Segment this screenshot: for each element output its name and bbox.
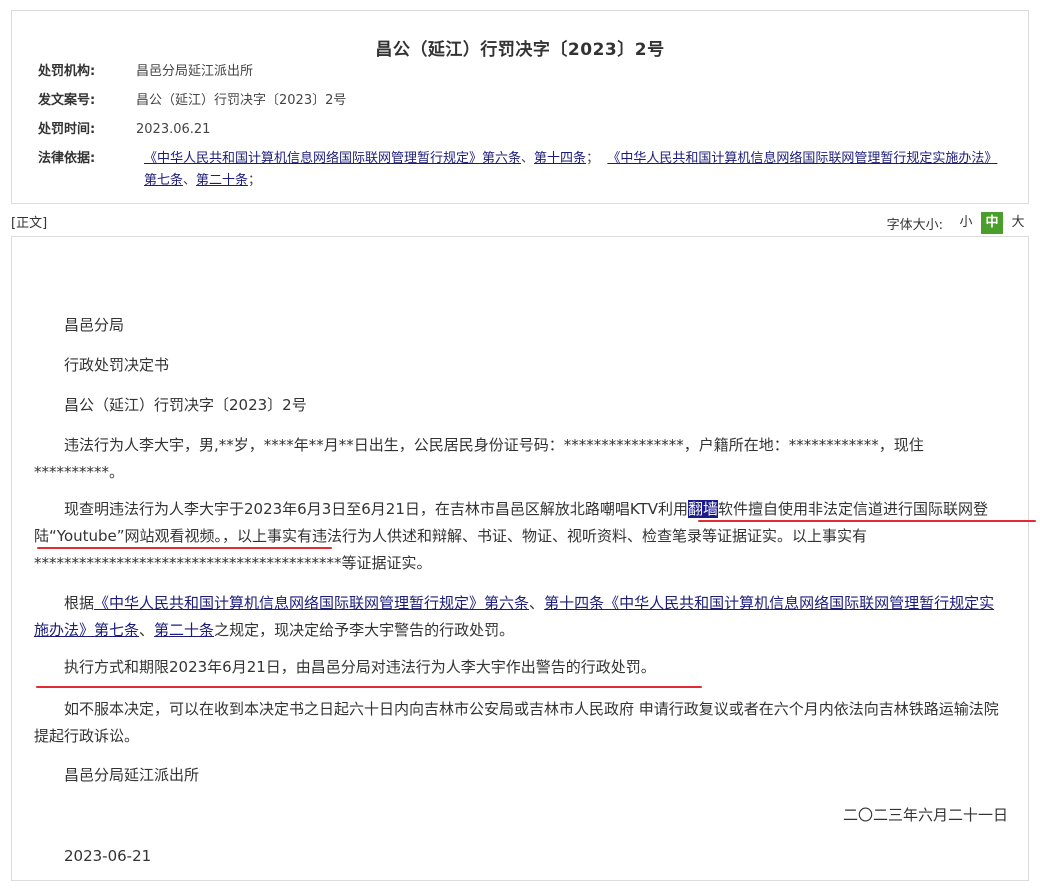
decision-heading: 行政处罚决定书 (64, 356, 170, 374)
separator: 、 (139, 621, 155, 639)
separator: 、 (529, 594, 545, 612)
article-link[interactable]: 第七条 (94, 621, 139, 639)
article-link[interactable]: 第十四条 (534, 151, 586, 166)
appeal-paragraph: 如不服本决定，可以在收到本决定书之日起六十日内向吉林市公安局或吉林市人民政府 申… (34, 700, 999, 745)
meta-label: 法律依据: (38, 151, 96, 166)
meta-value: 2023.06.21 (136, 122, 211, 137)
facts-text: 现查明违法行为人李大宇于2023年6月3日至6月21日，在吉林市昌邑区解放北路嘲… (64, 500, 688, 518)
meta-value: 昌邑分局延江派出所 (136, 64, 254, 79)
font-size-medium-button[interactable]: 中 (981, 212, 1003, 234)
decision-date-chinese: 二〇二三年六月二十一日 (842, 806, 1008, 824)
highlighted-term: 翻墙 (688, 500, 719, 518)
execution-paragraph: 执行方式和期限2023年6月21日，由昌邑分局对违法行为人李大宇作出警告的行政处… (64, 658, 656, 676)
offender-info: 违法行为人李大宇，男,**岁，****年**月**日出生，公民居民身份证号码：*… (34, 436, 924, 481)
issuing-station: 昌邑分局延江派出所 (64, 766, 200, 784)
separator: 、 (183, 173, 197, 188)
separator: ； (248, 173, 262, 188)
page-title: 昌公（延江）行罚决字〔2023〕2号 (375, 40, 665, 60)
regulation-link[interactable]: 《中华人民共和国计算机信息网络国际联网管理暂行规定实施办法》 (607, 151, 997, 166)
article-link[interactable]: 第六条 (484, 594, 529, 612)
decision-number: 昌公（延江）行罚决字〔2023〕2号 (64, 396, 307, 414)
meta-label: 处罚时间: (38, 122, 96, 137)
document-header: 昌公（延江）行罚决字〔2023〕2号 处罚机构: 昌邑分局延江派出所 发文案号:… (11, 10, 1029, 204)
issuing-bureau: 昌邑分局 (64, 316, 125, 334)
red-underline-annotation (698, 520, 1036, 522)
legal-basis-links: 《中华人民共和国计算机信息网络国际联网管理暂行规定》第六条、第十四条； 《中华人… (144, 148, 1010, 192)
article-link[interactable]: 第七条 (144, 173, 183, 188)
legal-basis-paragraph: 根据《中华人民共和国计算机信息网络国际联网管理暂行规定》第六条、第十四条《中华人… (34, 590, 1008, 644)
separator: ； (586, 151, 600, 166)
separator: 、 (521, 151, 535, 166)
decision-date: 2023-06-21 (64, 847, 152, 865)
font-size-selector: 字体大小: 小 中 大 (887, 212, 1029, 234)
article-link[interactable]: 第二十条 (154, 621, 214, 639)
regulation-link[interactable]: 《中华人民共和国计算机信息网络国际联网管理暂行规定》 (94, 594, 484, 612)
article-link[interactable]: 第二十条 (196, 173, 248, 188)
regulation-link[interactable]: 《中华人民共和国计算机信息网络国际联网管理暂行规定》 (144, 151, 482, 166)
body-section-label: [正文] (11, 216, 48, 231)
facts-paragraph: 现查明违法行为人李大宇于2023年6月3日至6月21日，在吉林市昌邑区解放北路嘲… (34, 496, 1008, 577)
document-body: 昌邑分局 行政处罚决定书 昌公（延江）行罚决字〔2023〕2号 违法行为人李大宇… (11, 236, 1036, 881)
meta-label: 处罚机构: (38, 64, 96, 79)
red-underline-annotation (36, 686, 702, 688)
basis-text: 之规定，现决定给予李大宇警告的行政处罚。 (214, 621, 515, 639)
font-size-large-button[interactable]: 大 (1007, 212, 1029, 234)
font-size-small-button[interactable]: 小 (955, 212, 977, 234)
red-underline-annotation (37, 547, 332, 549)
article-link[interactable]: 第六条 (482, 151, 521, 166)
meta-value: 昌公（延江）行罚决字〔2023〕2号 (136, 93, 347, 108)
article-link[interactable]: 第十四条 (544, 594, 604, 612)
font-size-label: 字体大小: (886, 217, 943, 233)
meta-label: 发文案号: (38, 93, 96, 108)
basis-text: 根据 (64, 594, 95, 612)
